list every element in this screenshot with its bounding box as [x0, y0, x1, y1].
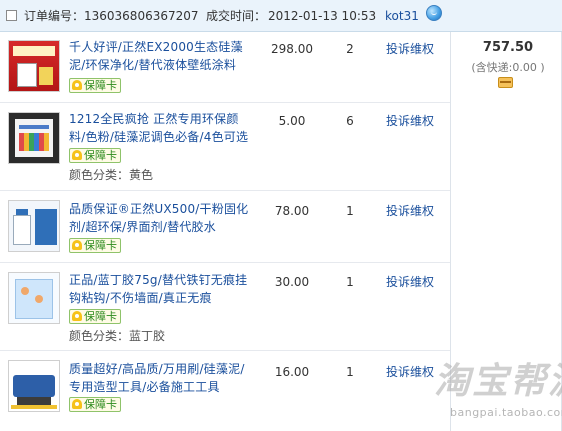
guarantee-shield-icon: [72, 399, 82, 409]
guarantee-badge[interactable]: 保障卡: [69, 238, 121, 253]
product-title-link[interactable]: 1212全民疯抢 正然专用环保颜料/色粉/硅藻泥调色必备/4色可选: [69, 110, 251, 146]
complaint-link[interactable]: 投诉维权: [386, 363, 434, 381]
product-thumbnail[interactable]: [8, 200, 60, 252]
guarantee-badge[interactable]: 保障卡: [69, 309, 121, 324]
buyer-name-link[interactable]: kot31: [385, 8, 419, 24]
time-label: 成交时间：: [206, 9, 267, 23]
quantity: 1: [346, 204, 354, 218]
unit-price: 78.00: [274, 204, 310, 218]
unit-price: 30.00: [274, 275, 310, 289]
guarantee-shield-icon: [72, 150, 82, 160]
product-title-link[interactable]: 正品/蓝丁胶75g/替代铁钉无痕挂钩粘钩/不伤墙面/真正无痕: [69, 271, 251, 307]
row-divider: [0, 190, 450, 191]
row-divider: [0, 262, 450, 263]
unit-price: 5.00: [278, 114, 306, 128]
quantity: 1: [346, 365, 354, 379]
badge-label: 保障卡: [84, 398, 117, 411]
order-total: 757.50: [482, 40, 534, 55]
order-time: 2012-01-13 10:53: [268, 9, 377, 23]
guarantee-shield-icon: [72, 80, 82, 90]
order-no: 136036806367207: [84, 9, 199, 23]
product-attribute: 颜色分类：黄色: [69, 168, 154, 182]
order-header: 订单编号： 136036806367207 成交时间： 2012-01-13 1…: [0, 0, 562, 32]
complaint-link[interactable]: 投诉维权: [386, 273, 434, 291]
badge-label: 保障卡: [84, 149, 117, 162]
quantity: 6: [346, 114, 354, 128]
row-divider: [0, 350, 450, 351]
guarantee-badge[interactable]: 保障卡: [69, 78, 121, 93]
complaint-link[interactable]: 投诉维权: [386, 40, 434, 58]
product-attribute: 颜色分类：蓝丁胶: [69, 329, 166, 343]
watermark-url: bangpai.taobao.com: [450, 406, 562, 419]
product-thumbnail[interactable]: [8, 360, 60, 412]
complaint-link[interactable]: 投诉维权: [386, 202, 434, 220]
watermark-text: 淘宝帮派: [434, 361, 562, 402]
guarantee-shield-icon: [72, 311, 82, 321]
complaint-link[interactable]: 投诉维权: [386, 112, 434, 130]
guarantee-badge[interactable]: 保障卡: [69, 148, 121, 163]
wangwang-chat-icon[interactable]: [426, 5, 442, 21]
row-divider: [0, 102, 450, 103]
quantity: 1: [346, 275, 354, 289]
product-title-link[interactable]: 质量超好/高品质/万用刷/硅藻泥/专用造型工具/必备施工工具: [69, 360, 251, 396]
select-order-checkbox[interactable]: [6, 10, 17, 21]
product-thumbnail[interactable]: [8, 112, 60, 164]
product-title-link[interactable]: 品质保证®正然UX500/干粉固化剂/超环保/界面剂/替代胶水: [69, 200, 251, 236]
product-title-link[interactable]: 千人好评/正然EX2000生态硅藻泥/环保净化/替代液体壁纸涂料: [69, 38, 251, 74]
summary-divider: [450, 32, 451, 431]
guarantee-shield-icon: [72, 240, 82, 250]
order-no-label: 订单编号：: [24, 9, 85, 23]
badge-label: 保障卡: [84, 310, 117, 323]
shipping-note: (含快递:0.00 ): [471, 61, 545, 74]
product-thumbnail[interactable]: [8, 272, 60, 324]
unit-price: 16.00: [274, 365, 310, 379]
unit-price: 298.00: [271, 42, 313, 56]
badge-label: 保障卡: [84, 79, 117, 92]
card-icon[interactable]: [498, 77, 513, 88]
product-thumbnail[interactable]: [8, 40, 60, 92]
guarantee-badge[interactable]: 保障卡: [69, 397, 121, 412]
badge-label: 保障卡: [84, 239, 117, 252]
quantity: 2: [346, 42, 354, 56]
